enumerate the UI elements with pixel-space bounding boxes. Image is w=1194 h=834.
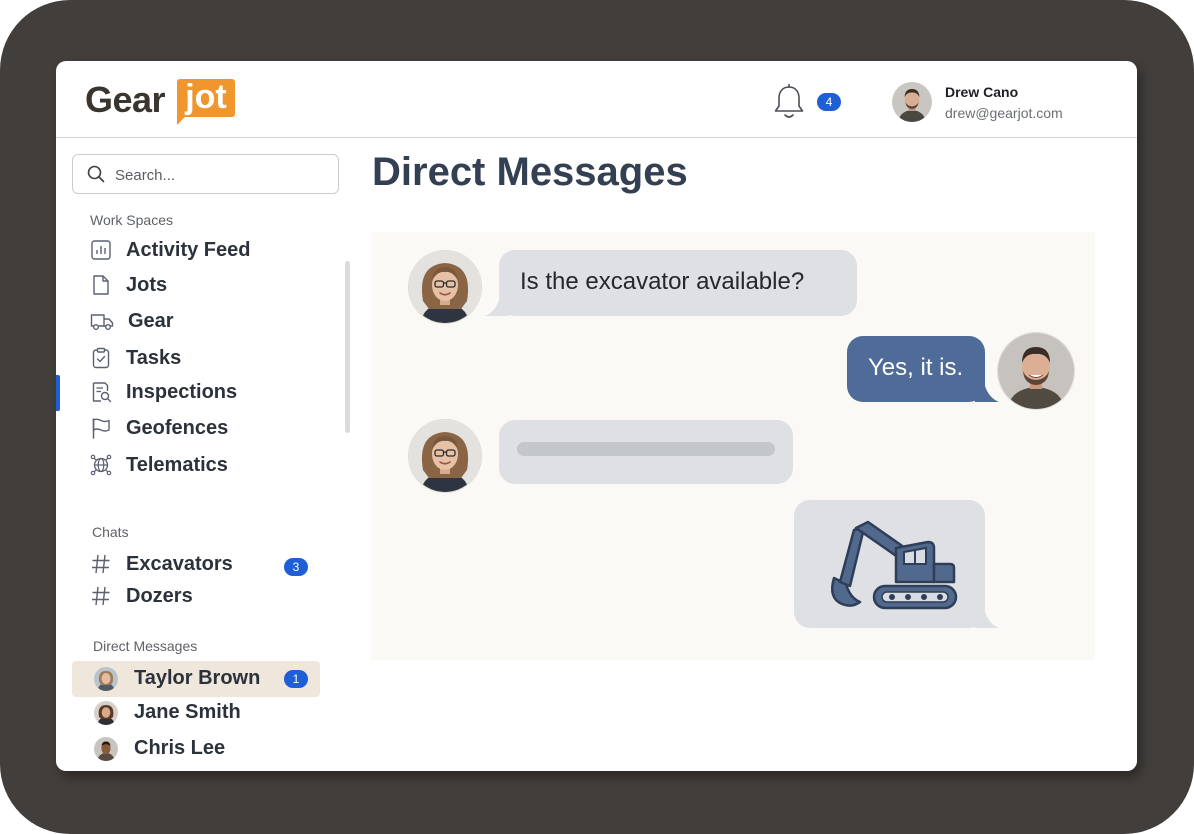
dm-item-chris-lee[interactable]: Chris Lee bbox=[72, 731, 320, 767]
avatar bbox=[94, 701, 118, 725]
excavator-icon bbox=[831, 520, 958, 610]
logo-text: Gear bbox=[85, 79, 166, 120]
bubble-tail-outgoing bbox=[975, 386, 999, 402]
flag-icon bbox=[92, 418, 110, 439]
search-icon bbox=[87, 165, 105, 183]
sidebar-item-label: Gear bbox=[128, 310, 174, 332]
user-email: drew@gearjot.com bbox=[945, 105, 1063, 121]
inspection-search-icon bbox=[92, 382, 112, 403]
sidebar-item-label: Dozers bbox=[126, 585, 193, 607]
message-bubble-attachment[interactable] bbox=[794, 500, 985, 628]
page-title: Direct Messages bbox=[372, 150, 688, 194]
dm-item-label: Chris Lee bbox=[134, 737, 226, 759]
hash-icon bbox=[92, 586, 110, 606]
sidebar-item-label: Activity Feed bbox=[126, 239, 251, 261]
user-name: Drew Cano bbox=[945, 84, 1019, 100]
avatar bbox=[94, 667, 118, 691]
unread-badge: 1 bbox=[284, 670, 308, 688]
chats-section-label: Chats bbox=[92, 524, 129, 540]
sidebar-item-jots[interactable]: Jots bbox=[90, 271, 320, 301]
logo-badge: jot bbox=[177, 79, 235, 117]
bubble-tail-incoming bbox=[485, 300, 509, 316]
message-bubble-typing bbox=[499, 420, 793, 484]
globe-network-icon bbox=[90, 454, 112, 476]
search-box[interactable] bbox=[72, 154, 339, 194]
bar-chart-icon bbox=[91, 240, 111, 260]
sidebar-item-activity-feed[interactable]: Activity Feed bbox=[90, 236, 320, 266]
sidebar-item-label: Tasks bbox=[126, 347, 182, 369]
sidebar-scrollbar[interactable] bbox=[345, 261, 350, 433]
sidebar-item-label: Excavators bbox=[126, 553, 233, 575]
sidebar-item-inspections[interactable]: Inspections bbox=[90, 378, 320, 408]
search-input[interactable] bbox=[113, 163, 327, 187]
message-bubble-outgoing[interactable]: Yes, it is. bbox=[847, 336, 985, 402]
dm-item-label: Jane Smith bbox=[134, 701, 241, 723]
unread-badge: 3 bbox=[284, 558, 308, 576]
sidebar-item-tasks[interactable]: Tasks bbox=[90, 344, 320, 374]
contact-avatar[interactable] bbox=[408, 419, 482, 493]
dm-item-jane-smith[interactable]: Jane Smith bbox=[72, 695, 320, 731]
loading-placeholder bbox=[517, 442, 775, 456]
truck-icon bbox=[90, 314, 114, 330]
notification-badge: 4 bbox=[817, 93, 841, 111]
sidebar-item-label: Geofences bbox=[126, 417, 229, 439]
bubble-tail-attachment bbox=[975, 612, 999, 628]
dms-section-label: Direct Messages bbox=[93, 638, 198, 654]
sidebar-item-gear[interactable]: Gear bbox=[90, 307, 320, 337]
document-icon bbox=[93, 275, 109, 295]
message-bubble-incoming[interactable]: Is the excavator available? bbox=[499, 250, 857, 316]
sidebar-item-telematics[interactable]: Telematics bbox=[90, 451, 320, 481]
clipboard-check-icon bbox=[92, 347, 110, 369]
bell-icon[interactable] bbox=[772, 83, 806, 121]
hash-icon bbox=[92, 554, 110, 574]
message-text: Yes, it is. bbox=[868, 354, 964, 381]
my-avatar[interactable] bbox=[997, 332, 1075, 410]
logo-badge-tail bbox=[177, 115, 187, 125]
avatar bbox=[94, 737, 118, 761]
device-frame: Gear jot 4 Drew Cano drew@gearjot.com Se… bbox=[0, 0, 1194, 834]
app-window: Gear jot 4 Drew Cano drew@gearjot.com Se… bbox=[56, 61, 1137, 771]
sidebar-item-dozers[interactable]: Dozers bbox=[90, 582, 320, 612]
workspaces-section-label: Work Spaces bbox=[90, 212, 173, 228]
sidebar-item-label: Inspections bbox=[126, 381, 238, 403]
top-bar: Gear jot 4 Drew Cano drew@gearjot.com bbox=[56, 61, 1137, 138]
user-avatar[interactable] bbox=[892, 82, 932, 122]
message-thread: Is the excavator available? Yes, it is. bbox=[371, 232, 1095, 660]
dm-item-label: Taylor Brown bbox=[134, 667, 261, 689]
dm-item-taylor-brown[interactable]: Taylor Brown bbox=[72, 661, 320, 697]
contact-avatar[interactable] bbox=[408, 250, 482, 324]
sidebar-item-label: Telematics bbox=[126, 454, 228, 476]
sidebar-item-geofences[interactable]: Geofences bbox=[90, 414, 320, 444]
active-item-indicator bbox=[56, 375, 60, 411]
message-text: Is the excavator available? bbox=[520, 268, 805, 295]
sidebar-item-label: Jots bbox=[126, 274, 168, 296]
